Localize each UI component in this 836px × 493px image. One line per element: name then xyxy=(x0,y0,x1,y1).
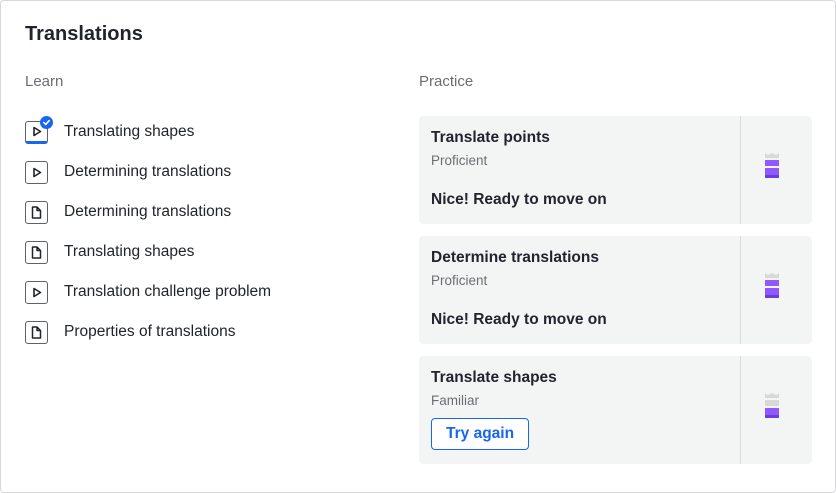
video-icon xyxy=(25,160,48,184)
article-icon xyxy=(25,200,48,224)
card-divider xyxy=(740,236,741,344)
learn-item-determining-translations-article[interactable]: Determining translations xyxy=(25,192,385,232)
mastery-level-label: Familiar xyxy=(431,393,480,408)
video-icon xyxy=(25,115,53,144)
practice-section-label: Practice xyxy=(419,73,474,90)
mastery-crown-icon xyxy=(765,273,779,298)
practice-status-message: Nice! Ready to move on xyxy=(431,191,607,208)
translations-unit-card: Translations Learn Practice Translating … xyxy=(0,0,836,493)
learn-item-label: Translating shapes xyxy=(64,243,195,260)
article-icon xyxy=(25,320,48,344)
learn-section-label: Learn xyxy=(25,73,64,90)
article-icon xyxy=(25,240,48,264)
mastery-crown-icon xyxy=(765,393,779,418)
mastery-level-label: Proficient xyxy=(431,153,488,168)
learn-item-label: Properties of translations xyxy=(64,323,236,340)
learn-list: Translating shapes Determining translati… xyxy=(25,112,385,352)
practice-card-translate-shapes[interactable]: Translate shapes Familiar Try again xyxy=(419,356,812,464)
card-divider xyxy=(740,116,741,224)
learn-item-translating-shapes-article[interactable]: Translating shapes xyxy=(25,232,385,272)
practice-list: Translate points Proficient Nice! Ready … xyxy=(419,116,812,476)
practice-title: Determine translations xyxy=(431,249,599,266)
completed-check-icon xyxy=(40,115,53,129)
practice-card-determine-translations[interactable]: Determine translations Proficient Nice! … xyxy=(419,236,812,344)
practice-title: Translate shapes xyxy=(431,369,557,386)
learn-item-determining-translations-video[interactable]: Determining translations xyxy=(25,152,385,192)
page-title: Translations xyxy=(25,23,143,45)
mastery-level-label: Proficient xyxy=(431,273,488,288)
learn-item-translation-challenge-video[interactable]: Translation challenge problem xyxy=(25,272,385,312)
try-again-button[interactable]: Try again xyxy=(431,418,530,450)
learn-item-translating-shapes-video[interactable]: Translating shapes xyxy=(25,112,385,152)
practice-card-translate-points[interactable]: Translate points Proficient Nice! Ready … xyxy=(419,116,812,224)
mastery-crown-icon xyxy=(765,153,779,178)
learn-item-label: Determining translations xyxy=(64,163,232,180)
practice-title: Translate points xyxy=(431,129,550,146)
practice-status-message: Nice! Ready to move on xyxy=(431,311,607,328)
card-divider xyxy=(740,356,741,464)
learn-item-label: Determining translations xyxy=(64,203,232,220)
learn-item-label: Translating shapes xyxy=(64,123,195,140)
video-icon xyxy=(25,280,48,304)
learn-item-label: Translation challenge problem xyxy=(64,283,272,300)
learn-item-properties-of-translations-article[interactable]: Properties of translations xyxy=(25,312,385,352)
